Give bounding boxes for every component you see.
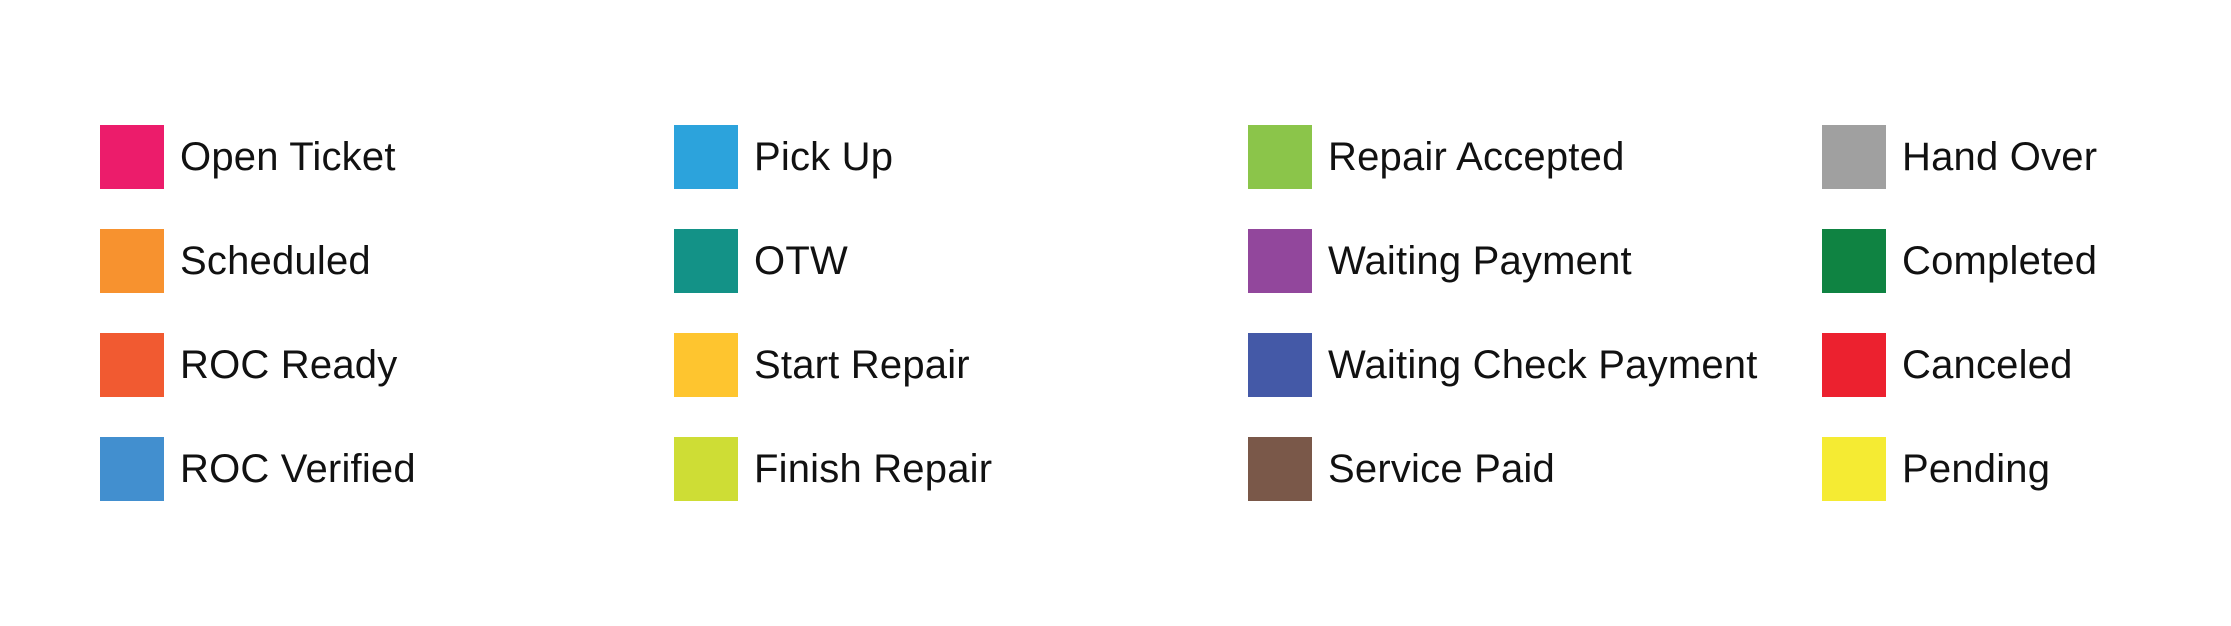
legend-item-roc-verified: ROC Verified: [100, 437, 674, 501]
legend-label: Canceled: [1902, 343, 2073, 387]
legend-label: Finish Repair: [754, 447, 993, 491]
legend-item-scheduled: Scheduled: [100, 229, 674, 293]
color-swatch: [674, 229, 738, 293]
legend-item-finish-repair: Finish Repair: [674, 437, 1248, 501]
legend-item-hand-over: Hand Over: [1822, 125, 2162, 189]
legend-label: OTW: [754, 239, 848, 283]
legend-label: Start Repair: [754, 343, 970, 387]
color-swatch: [100, 125, 164, 189]
color-swatch: [100, 437, 164, 501]
color-swatch: [674, 437, 738, 501]
legend-item-roc-ready: ROC Ready: [100, 333, 674, 397]
legend-label: ROC Ready: [180, 343, 398, 387]
color-swatch: [1822, 333, 1886, 397]
legend-label: Scheduled: [180, 239, 371, 283]
legend-label: Open Ticket: [180, 135, 396, 179]
color-swatch: [674, 333, 738, 397]
legend-item-service-paid: Service Paid: [1248, 437, 1822, 501]
color-swatch: [1248, 437, 1312, 501]
legend-label: Pending: [1902, 447, 2051, 491]
legend-item-open-ticket: Open Ticket: [100, 125, 674, 189]
legend-item-pick-up: Pick Up: [674, 125, 1248, 189]
color-swatch: [1248, 125, 1312, 189]
legend-item-completed: Completed: [1822, 229, 2162, 293]
legend-item-canceled: Canceled: [1822, 333, 2162, 397]
color-swatch: [1248, 229, 1312, 293]
color-swatch: [1822, 229, 1886, 293]
legend-item-waiting-check-payment: Waiting Check Payment: [1248, 333, 1822, 397]
color-swatch: [100, 229, 164, 293]
legend-label: Hand Over: [1902, 135, 2098, 179]
legend-label: Pick Up: [754, 135, 894, 179]
color-swatch: [1248, 333, 1312, 397]
legend-label: ROC Verified: [180, 447, 416, 491]
legend-item-otw: OTW: [674, 229, 1248, 293]
legend-label: Service Paid: [1328, 447, 1555, 491]
color-swatch: [100, 333, 164, 397]
color-swatch: [674, 125, 738, 189]
legend-label: Completed: [1902, 239, 2098, 283]
legend-label: Waiting Check Payment: [1328, 343, 1758, 387]
status-legend: Open Ticket Scheduled ROC Ready ROC Veri…: [100, 125, 2162, 541]
legend-item-pending: Pending: [1822, 437, 2162, 501]
legend-item-start-repair: Start Repair: [674, 333, 1248, 397]
color-swatch: [1822, 125, 1886, 189]
legend-label: Repair Accepted: [1328, 135, 1625, 179]
legend-item-waiting-payment: Waiting Payment: [1248, 229, 1822, 293]
legend-item-repair-accepted: Repair Accepted: [1248, 125, 1822, 189]
legend-label: Waiting Payment: [1328, 239, 1632, 283]
color-swatch: [1822, 437, 1886, 501]
